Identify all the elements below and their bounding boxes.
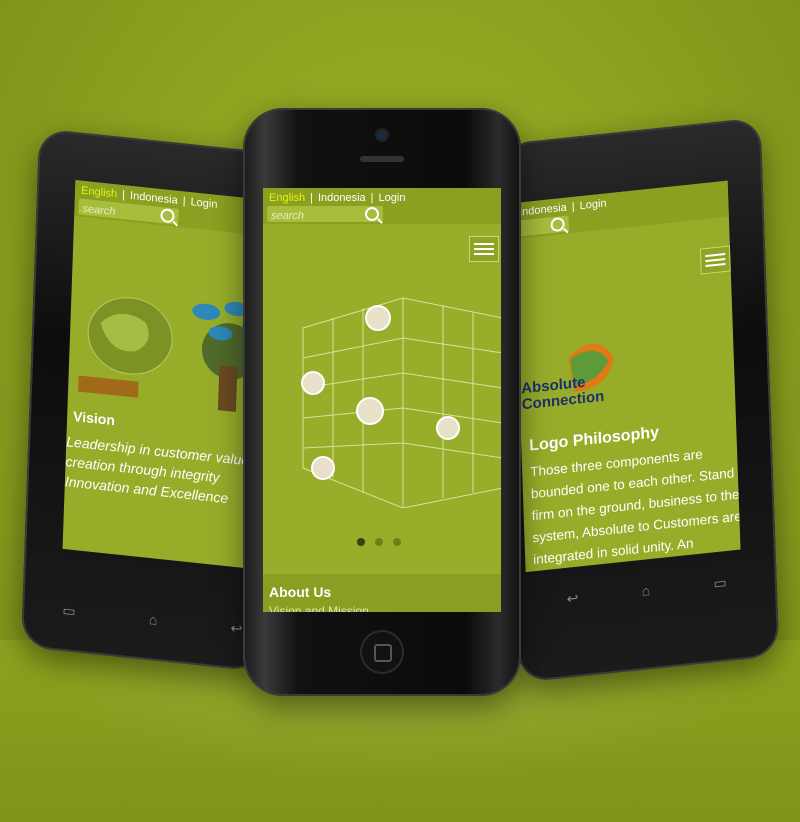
lang-english-link[interactable]: English [81, 185, 117, 201]
center-phone-screen: English | Indonesia | Login search About… [263, 188, 501, 612]
search-icon[interactable] [365, 207, 379, 221]
vision-title: Vision [72, 407, 116, 429]
slider-dot[interactable] [375, 538, 383, 546]
login-link[interactable]: Login [379, 192, 406, 204]
right-phone-screen: Indonesia | Login Absolute Connection Logo… [512, 180, 741, 573]
left-nav-bar: ▭ ⌂ ↩ [62, 602, 242, 638]
search-box [513, 215, 569, 238]
slider-dot[interactable] [393, 538, 401, 546]
back-icon[interactable]: ↩ [566, 590, 578, 608]
right-nav-bar: ↩ ⌂ ▭ [566, 574, 726, 608]
right-header: Indonesia | Login [512, 180, 729, 240]
login-link[interactable]: Login [579, 197, 606, 212]
vision-illustration [78, 297, 270, 413]
logo-philosophy-text: Those three components are bounded one t… [529, 446, 741, 572]
vision-text: Leadership in customer value creation th… [65, 431, 267, 512]
search-icon[interactable] [550, 216, 565, 233]
about-title: About Us [269, 584, 332, 600]
home-button[interactable] [360, 630, 404, 674]
home-icon[interactable]: ⌂ [149, 611, 158, 629]
lang-indonesia-link[interactable]: Indonesia [318, 192, 366, 204]
about-section: About Us Vision and Mission [263, 574, 501, 612]
recent-apps-icon[interactable]: ▭ [713, 574, 727, 592]
back-icon[interactable]: ↩ [230, 620, 242, 638]
slider-dots [357, 538, 401, 546]
menu-hamburger-button[interactable] [699, 245, 731, 275]
language-bar: English | Indonesia | Login [269, 192, 406, 204]
home-icon[interactable]: ⌂ [641, 582, 650, 600]
slider-dot[interactable] [357, 538, 365, 546]
search-input[interactable] [267, 208, 368, 224]
speaker-grille [360, 156, 404, 162]
recent-apps-icon[interactable]: ▭ [62, 602, 76, 620]
about-subtitle[interactable]: Vision and Mission [269, 604, 369, 612]
search-box [267, 206, 383, 224]
lang-english-link[interactable]: English [269, 192, 305, 204]
menu-hamburger-button[interactable] [469, 236, 499, 262]
front-camera [377, 130, 387, 140]
right-phone: Indonesia | Login Absolute Connection Logo… [500, 117, 780, 683]
login-link[interactable]: Login [190, 196, 217, 211]
left-phone: English|Indonesia|Login Vision Leadershi… [20, 128, 280, 672]
center-header: English | Indonesia | Login [263, 188, 501, 224]
building-illustration [301, 297, 501, 508]
center-phone: English | Indonesia | Login search About… [243, 108, 521, 696]
search-icon[interactable] [160, 208, 175, 224]
